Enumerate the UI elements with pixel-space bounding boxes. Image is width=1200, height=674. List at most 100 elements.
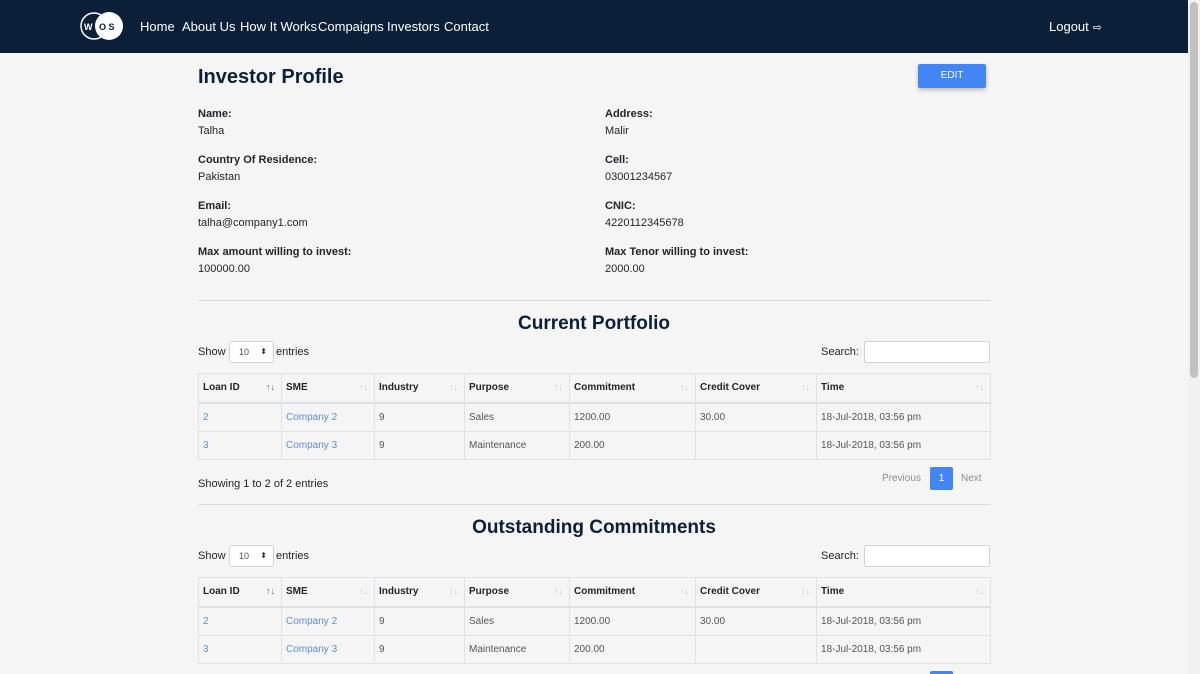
max-amount-label: Max amount willing to invest: bbox=[198, 246, 352, 258]
loan-id-link[interactable]: 3 bbox=[198, 430, 282, 460]
sort-asc-icon: ↑↓ bbox=[266, 586, 275, 596]
column-header-label: Purpose bbox=[469, 382, 510, 394]
commitment-cell: 200.00 bbox=[569, 634, 696, 664]
scrollbar-thumb[interactable] bbox=[1190, 2, 1198, 378]
column-header-purpose[interactable]: Purpose ↑↓ bbox=[464, 577, 570, 608]
commitments-entries-value: 10 bbox=[239, 551, 250, 561]
page-title: Investor Profile bbox=[198, 66, 344, 88]
sme-link[interactable]: Company 2 bbox=[281, 402, 375, 432]
page-1-button[interactable]: 1 bbox=[930, 467, 953, 490]
divider bbox=[198, 300, 990, 301]
cell-value: 03001234567 bbox=[605, 171, 673, 183]
nav-home-link[interactable]: Home bbox=[140, 19, 175, 35]
portfolio-info: Showing 1 to 2 of 2 entries bbox=[198, 478, 329, 490]
sme-link[interactable]: Company 3 bbox=[281, 634, 375, 664]
loan-id-link[interactable]: 2 bbox=[198, 402, 282, 432]
column-header-time[interactable]: Time ↑↓ bbox=[816, 577, 991, 608]
sort-icon: ↑↓ bbox=[359, 586, 368, 596]
logout-link[interactable]: Logout ⇨ bbox=[1049, 19, 1102, 36]
sort-icon: ↑↓ bbox=[680, 586, 689, 596]
sort-icon: ↑↓ bbox=[975, 382, 984, 392]
portfolio-search-label: Search: bbox=[821, 346, 859, 358]
purpose-cell: Maintenance bbox=[464, 634, 570, 664]
purpose-cell: Maintenance bbox=[464, 430, 570, 460]
sort-icon: ↑↓ bbox=[449, 586, 458, 596]
logo-letter-w: W bbox=[84, 22, 93, 32]
column-header-label: Industry bbox=[379, 382, 419, 394]
column-header-label: Time bbox=[821, 382, 845, 394]
loan-id-link[interactable]: 2 bbox=[198, 606, 282, 636]
logout-label: Logout bbox=[1049, 19, 1089, 34]
time-cell: 18-Jul-2018, 03:56 pm bbox=[816, 634, 991, 664]
industry-cell: 9 bbox=[374, 634, 465, 664]
column-header-label: Purpose bbox=[469, 586, 510, 598]
column-header-loan-id[interactable]: Loan ID ↑↓ bbox=[198, 373, 282, 404]
column-header-label: Commitment bbox=[574, 382, 636, 394]
nav-how-it-works-link[interactable]: How It Works bbox=[240, 19, 317, 35]
sort-icon: ↑↓ bbox=[801, 586, 810, 596]
commitments-table: Loan ID ↑↓ SME ↑↓ Industry ↑↓ Purpose ↑↓ Com… bbox=[198, 577, 991, 664]
column-header-sme[interactable]: SME ↑↓ bbox=[281, 577, 375, 608]
column-header-industry[interactable]: Industry ↑↓ bbox=[374, 373, 465, 404]
column-header-label: SME bbox=[286, 586, 308, 598]
page-scrollbar[interactable] bbox=[1188, 0, 1200, 674]
table-row: 2 Company 2 9 Sales 1200.00 30.00 18-Jul… bbox=[198, 606, 991, 636]
credit-cover-cell: 30.00 bbox=[695, 402, 817, 432]
nav-about-link[interactable]: About Us bbox=[182, 19, 235, 35]
name-value: Talha bbox=[198, 125, 225, 137]
portfolio-entries-select[interactable]: 10 ⬍ bbox=[229, 341, 274, 363]
commitments-title: Outstanding Commitments bbox=[472, 517, 716, 538]
commitments-entries-label: entries bbox=[276, 550, 310, 562]
country-label: Country Of Residence: bbox=[198, 154, 318, 166]
next-page-button[interactable]: Next bbox=[961, 473, 982, 484]
column-header-label: Credit Cover bbox=[700, 382, 761, 394]
sign-out-icon: ⇨ bbox=[1092, 22, 1102, 34]
cell-label: Cell: bbox=[605, 154, 629, 166]
column-header-loan-id[interactable]: Loan ID ↑↓ bbox=[198, 577, 282, 608]
time-cell: 18-Jul-2018, 03:56 pm bbox=[816, 402, 991, 432]
column-header-time[interactable]: Time ↑↓ bbox=[816, 373, 991, 404]
sort-icon: ↑↓ bbox=[554, 586, 563, 596]
column-header-credit-cover[interactable]: Credit Cover ↑↓ bbox=[695, 373, 817, 404]
nav-contact-link[interactable]: Contact bbox=[444, 19, 489, 35]
loan-id-link[interactable]: 3 bbox=[198, 634, 282, 664]
column-header-label: Loan ID bbox=[203, 382, 240, 394]
credit-cover-cell bbox=[695, 634, 817, 664]
previous-page-button[interactable]: Previous bbox=[882, 473, 921, 484]
portfolio-show-label: Show bbox=[198, 346, 226, 358]
wos-logo[interactable]: W O S bbox=[80, 11, 124, 41]
top-navbar: W O S Home About Us How It Works Compaig… bbox=[0, 0, 1188, 53]
sme-link[interactable]: Company 2 bbox=[281, 606, 375, 636]
portfolio-search-input[interactable] bbox=[864, 341, 990, 363]
table-row: 2 Company 2 9 Sales 1200.00 30.00 18-Jul… bbox=[198, 402, 991, 432]
column-header-purpose[interactable]: Purpose ↑↓ bbox=[464, 373, 570, 404]
sort-icon: ↑↓ bbox=[801, 382, 810, 392]
logo-letters-os: O S bbox=[99, 22, 115, 32]
industry-cell: 9 bbox=[374, 430, 465, 460]
column-header-commitment[interactable]: Commitment ↑↓ bbox=[569, 577, 696, 608]
commitment-cell: 1200.00 bbox=[569, 402, 696, 432]
credit-cover-cell bbox=[695, 430, 817, 460]
select-arrows-icon: ⬍ bbox=[260, 551, 267, 560]
sme-link[interactable]: Company 3 bbox=[281, 430, 375, 460]
column-header-industry[interactable]: Industry ↑↓ bbox=[374, 577, 465, 608]
purpose-cell: Sales bbox=[464, 402, 570, 432]
column-header-label: Loan ID bbox=[203, 586, 240, 598]
commitments-entries-select[interactable]: 10 ⬍ bbox=[229, 545, 274, 567]
credit-cover-cell: 30.00 bbox=[695, 606, 817, 636]
column-header-credit-cover[interactable]: Credit Cover ↑↓ bbox=[695, 577, 817, 608]
email-label: Email: bbox=[198, 200, 232, 212]
divider bbox=[198, 504, 990, 505]
nav-investors-link[interactable]: Investors bbox=[387, 19, 440, 35]
column-header-sme[interactable]: SME ↑↓ bbox=[281, 373, 375, 404]
column-header-label: Industry bbox=[379, 586, 419, 598]
commitment-cell: 1200.00 bbox=[569, 606, 696, 636]
commitments-search-input[interactable] bbox=[864, 545, 990, 567]
nav-campaigns-link[interactable]: Compaigns bbox=[318, 19, 384, 35]
cnic-label: CNIC: bbox=[605, 200, 636, 212]
max-amount-value: 100000.00 bbox=[198, 263, 250, 275]
column-header-commitment[interactable]: Commitment ↑↓ bbox=[569, 373, 696, 404]
sort-icon: ↑↓ bbox=[975, 586, 984, 596]
edit-button[interactable]: EDIT bbox=[918, 64, 986, 88]
purpose-cell: Sales bbox=[464, 606, 570, 636]
